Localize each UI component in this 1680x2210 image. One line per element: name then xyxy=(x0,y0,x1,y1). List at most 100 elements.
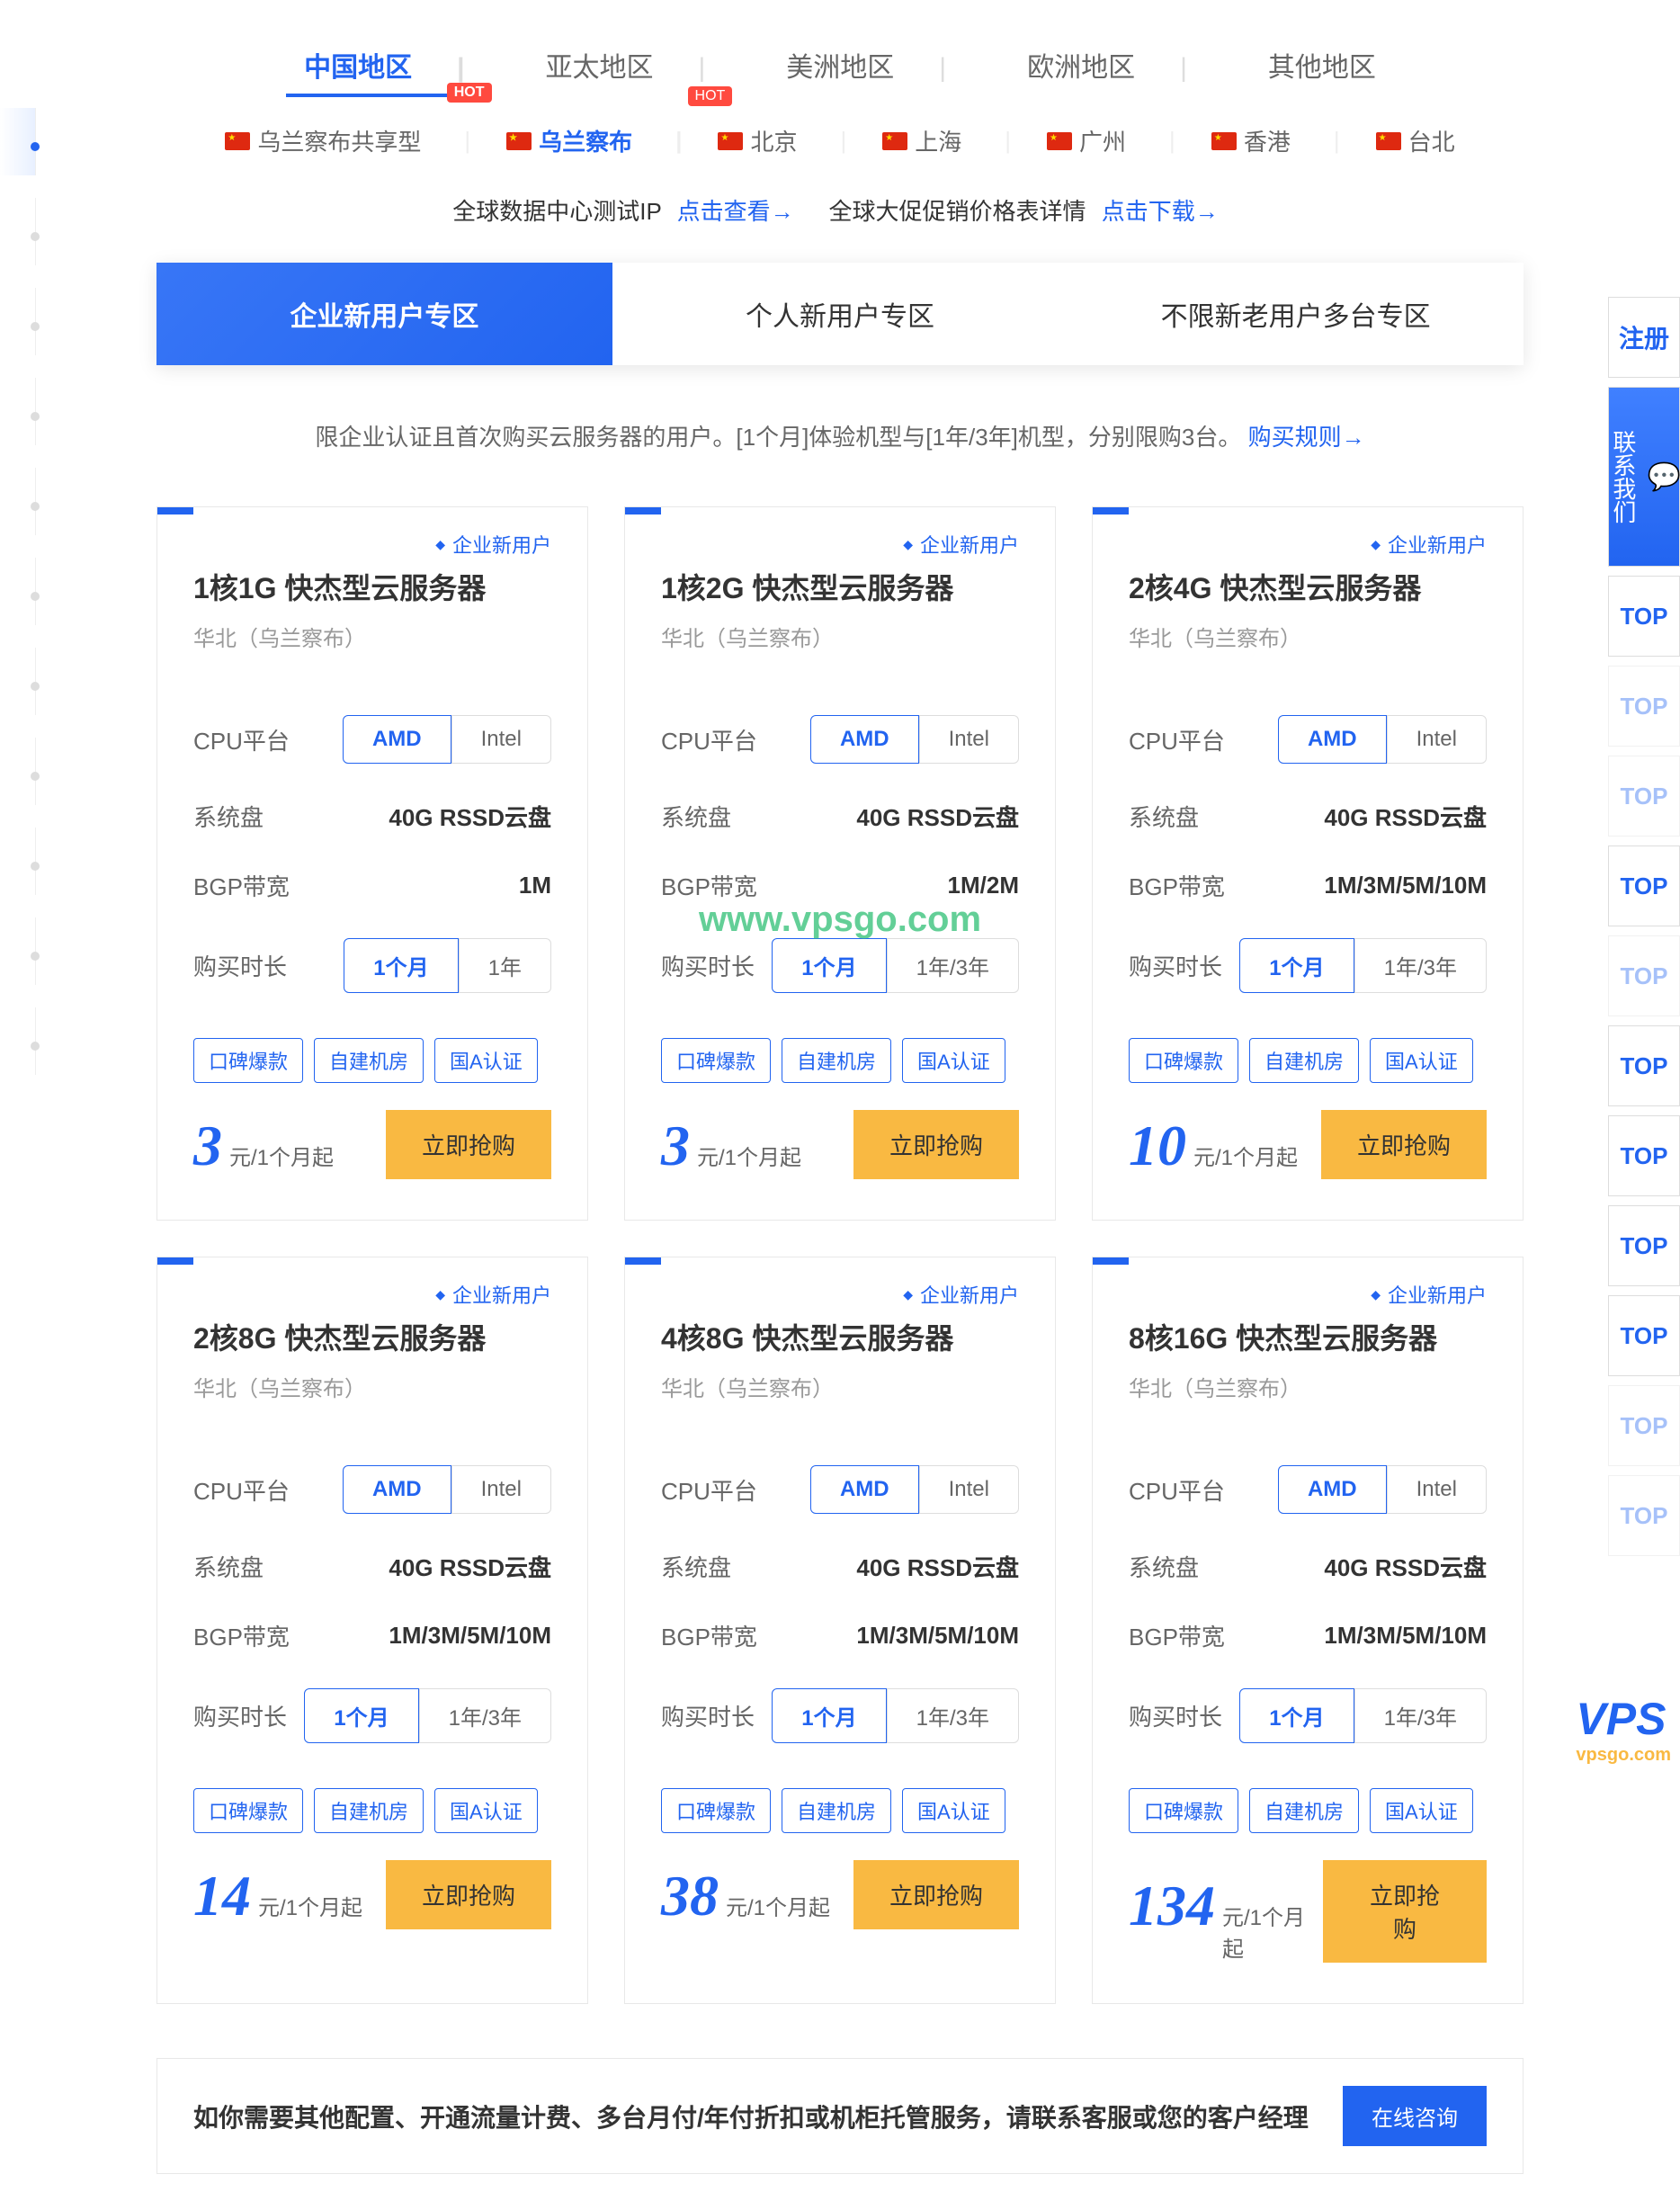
nav-dot[interactable] xyxy=(0,378,36,445)
product-cards: 企业新用户1核1G 快杰型云服务器华北（乌兰察布）CPU平台AMDIntel系统… xyxy=(156,506,1524,2004)
nav-dot[interactable] xyxy=(0,828,36,895)
cpu-option-amd[interactable]: AMD xyxy=(1278,715,1387,764)
top-button[interactable]: TOP xyxy=(1608,1205,1680,1286)
city-tab-0[interactable]: 乌兰察布共享型| xyxy=(225,124,470,157)
city-tab-1[interactable]: 乌兰察布| xyxy=(506,124,682,157)
tag: 国A认证 xyxy=(1370,1788,1473,1833)
buy-button[interactable]: 立即抢购 xyxy=(1321,1110,1487,1179)
cpu-option-amd[interactable]: AMD xyxy=(343,1465,451,1514)
info-link-view[interactable]: 点击查看→ xyxy=(677,198,794,225)
user-tab-1[interactable]: 个人新用户专区 xyxy=(612,263,1068,365)
city-tab-6[interactable]: 台北 xyxy=(1376,124,1455,157)
region-tab-1[interactable]: 亚太地区HOT| xyxy=(528,36,724,97)
duration-option-1[interactable]: 1年/3年 xyxy=(419,1688,551,1743)
price-number: 134 xyxy=(1129,1873,1215,1939)
cpu-option-amd[interactable]: AMD xyxy=(1278,1465,1387,1514)
price-number: 3 xyxy=(661,1113,690,1179)
spec-value-disk: 40G RSSD云盘 xyxy=(389,800,551,833)
register-button[interactable]: 注册 xyxy=(1608,297,1680,378)
duration-option-0[interactable]: 1个月 xyxy=(772,938,886,993)
duration-option-0[interactable]: 1个月 xyxy=(1239,1688,1354,1743)
cpu-option-intel[interactable]: Intel xyxy=(919,1465,1019,1514)
buy-button[interactable]: 立即抢购 xyxy=(853,1110,1019,1179)
consult-button[interactable]: 在线咨询 xyxy=(1343,2086,1487,2146)
buy-button[interactable]: 立即抢购 xyxy=(853,1860,1019,1929)
spec-label-disk: 系统盘 xyxy=(661,800,731,833)
duration-option-0[interactable]: 1个月 xyxy=(344,938,458,993)
tags: 口碑爆款自建机房国A认证 xyxy=(193,1788,551,1833)
spec-value-bgp: 1M/3M/5M/10M xyxy=(856,1622,1019,1650)
top-button[interactable]: TOP xyxy=(1608,1295,1680,1376)
top-button[interactable]: TOP xyxy=(1608,1385,1680,1466)
duration-option-1[interactable]: 1年/3年 xyxy=(887,938,1019,993)
tag: 国A认证 xyxy=(1370,1038,1473,1083)
contact-button[interactable]: 💬 联系我们 xyxy=(1608,387,1680,567)
user-tab-0[interactable]: 企业新用户专区 xyxy=(156,263,612,365)
nav-dot[interactable] xyxy=(0,468,36,535)
cpu-option-amd[interactable]: AMD xyxy=(810,715,919,764)
region-tab-3[interactable]: 欧洲地区| xyxy=(1009,36,1205,97)
cpu-option-intel[interactable]: Intel xyxy=(451,715,551,764)
nav-dot[interactable] xyxy=(0,288,36,355)
product-card-1: 企业新用户1核2G 快杰型云服务器华北（乌兰察布）CPU平台AMDIntel系统… xyxy=(624,506,1056,1221)
spec-label-bgp: BGP带宽 xyxy=(661,869,757,902)
nav-dot[interactable] xyxy=(0,558,36,625)
spec-label-cpu: CPU平台 xyxy=(1129,723,1225,756)
top-button[interactable]: TOP xyxy=(1608,576,1680,657)
info-link-download[interactable]: 点击下载→ xyxy=(1102,198,1219,225)
nav-dot[interactable] xyxy=(0,738,36,805)
spec-label-duration: 购买时长 xyxy=(661,949,755,982)
duration-option-0[interactable]: 1个月 xyxy=(772,1688,886,1743)
nav-dot[interactable] xyxy=(0,648,36,715)
product-card-5: 企业新用户8核16G 快杰型云服务器华北（乌兰察布）CPU平台AMDIntel系… xyxy=(1092,1257,1524,2004)
region-tab-2[interactable]: 美洲地区| xyxy=(768,36,964,97)
top-button[interactable]: TOP xyxy=(1608,1475,1680,1556)
city-tab-2[interactable]: 北京| xyxy=(718,124,846,157)
region-tab-4[interactable]: 其他地区 xyxy=(1250,36,1394,97)
spec-label-duration: 购买时长 xyxy=(1129,1699,1222,1732)
cpu-option-intel[interactable]: Intel xyxy=(1387,715,1487,764)
cpu-option-intel[interactable]: Intel xyxy=(1387,1465,1487,1514)
user-badge: 企业新用户 xyxy=(1371,1280,1487,1309)
duration-option-0[interactable]: 1个月 xyxy=(304,1688,418,1743)
duration-option-1[interactable]: 1年/3年 xyxy=(887,1688,1019,1743)
city-tab-5[interactable]: 香港| xyxy=(1211,124,1340,157)
nav-dot[interactable] xyxy=(0,198,36,265)
nav-dot[interactable] xyxy=(0,108,36,175)
price-unit: 元/1个月起 xyxy=(1193,1140,1298,1171)
city-tab-4[interactable]: 广州| xyxy=(1047,124,1175,157)
cpu-option-intel[interactable]: Intel xyxy=(451,1465,551,1514)
region-tabs: 中国地区HOT| 亚太地区HOT| 美洲地区| 欧洲地区| 其他地区 xyxy=(156,36,1524,97)
flag-icon xyxy=(506,132,532,150)
nav-dot[interactable] xyxy=(0,917,36,985)
duration-option-1[interactable]: 1年/3年 xyxy=(1354,938,1487,993)
duration-option-1[interactable]: 1年/3年 xyxy=(1354,1688,1487,1743)
duration-option-1[interactable]: 1年 xyxy=(459,938,551,993)
top-button[interactable]: TOP xyxy=(1608,756,1680,837)
region-tab-0[interactable]: 中国地区HOT| xyxy=(286,36,482,97)
duration-option-0[interactable]: 1个月 xyxy=(1239,938,1354,993)
top-button[interactable]: TOP xyxy=(1608,666,1680,747)
price-unit: 元/1个月起 xyxy=(697,1140,801,1171)
top-button[interactable]: TOP xyxy=(1608,1025,1680,1106)
hot-badge: HOT xyxy=(688,86,733,106)
cpu-option-amd[interactable]: AMD xyxy=(810,1465,919,1514)
info-text: 全球数据中心测试IP xyxy=(452,198,661,225)
rules-link[interactable]: 购买规则→ xyxy=(1248,424,1365,451)
city-tab-3[interactable]: 上海| xyxy=(882,124,1011,157)
top-button[interactable]: TOP xyxy=(1608,1115,1680,1196)
user-tab-2[interactable]: 不限新老用户多台专区 xyxy=(1068,263,1524,365)
nav-dot[interactable] xyxy=(0,1007,36,1075)
cpu-option-amd[interactable]: AMD xyxy=(343,715,451,764)
buy-button[interactable]: 立即抢购 xyxy=(386,1110,551,1179)
duration-selector: 1个月1年/3年 xyxy=(1239,1688,1487,1743)
spec-label-bgp: BGP带宽 xyxy=(1129,1619,1225,1652)
buy-button[interactable]: 立即抢购 xyxy=(386,1860,551,1929)
top-button[interactable]: TOP xyxy=(1608,935,1680,1016)
tag: 自建机房 xyxy=(314,1788,424,1833)
product-card-2: 企业新用户2核4G 快杰型云服务器华北（乌兰察布）CPU平台AMDIntel系统… xyxy=(1092,506,1524,1221)
buy-button[interactable]: 立即抢购 xyxy=(1323,1860,1487,1963)
cpu-option-intel[interactable]: Intel xyxy=(919,715,1019,764)
top-button[interactable]: TOP xyxy=(1608,846,1680,926)
tag: 自建机房 xyxy=(1249,1038,1359,1083)
